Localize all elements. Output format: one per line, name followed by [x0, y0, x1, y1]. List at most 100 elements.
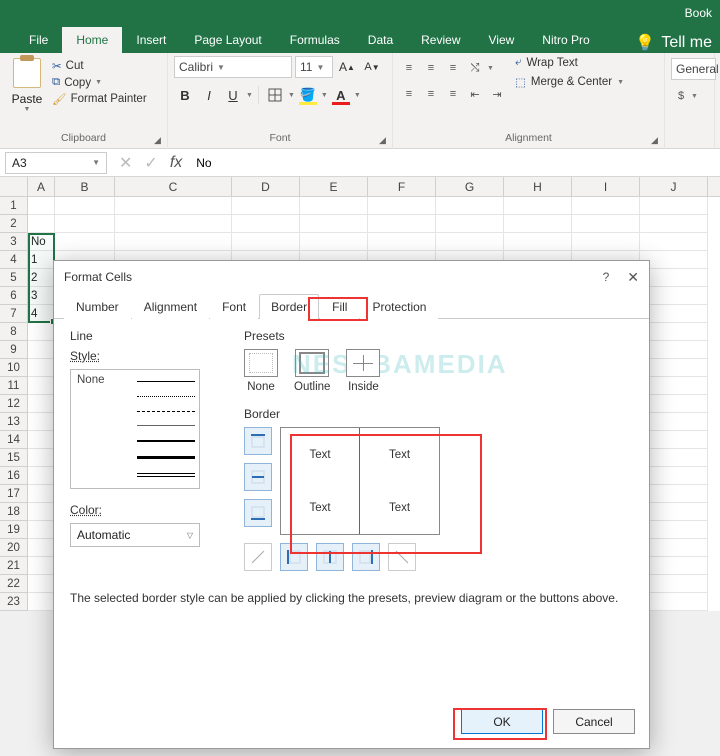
- dlg-tab-alignment[interactable]: Alignment: [132, 294, 209, 319]
- font-color-button[interactable]: A: [330, 84, 352, 106]
- cell[interactable]: [28, 449, 55, 467]
- font-size-combo[interactable]: 11 ▼: [295, 56, 333, 78]
- col-header-F[interactable]: F: [368, 177, 436, 196]
- row-header[interactable]: 21: [0, 557, 28, 575]
- cell[interactable]: [28, 431, 55, 449]
- tab-file[interactable]: File: [15, 27, 62, 53]
- cell[interactable]: [115, 233, 232, 251]
- line-style-box[interactable]: None: [70, 369, 200, 489]
- tab-formulas[interactable]: Formulas: [276, 27, 354, 53]
- tab-nitro-pro[interactable]: Nitro Pro: [528, 27, 603, 53]
- col-header-C[interactable]: C: [115, 177, 232, 196]
- cell[interactable]: No: [28, 233, 55, 251]
- cell[interactable]: [28, 377, 55, 395]
- cell[interactable]: [368, 233, 436, 251]
- border-hmiddle-toggle[interactable]: [244, 463, 272, 491]
- cell[interactable]: [640, 593, 708, 611]
- cell[interactable]: [436, 233, 504, 251]
- row-header[interactable]: 19: [0, 521, 28, 539]
- cell[interactable]: [640, 287, 708, 305]
- cell[interactable]: [28, 215, 55, 233]
- paste-button[interactable]: Paste ▼: [6, 56, 48, 131]
- cell[interactable]: [28, 593, 55, 611]
- cell[interactable]: [640, 233, 708, 251]
- italic-button[interactable]: I: [198, 84, 220, 106]
- accounting-format-button[interactable]: $: [671, 86, 691, 106]
- col-header-A[interactable]: A: [28, 177, 55, 196]
- col-header-H[interactable]: H: [504, 177, 572, 196]
- row-header[interactable]: 22: [0, 575, 28, 593]
- cell[interactable]: [504, 215, 572, 233]
- cell[interactable]: [640, 341, 708, 359]
- cell[interactable]: [368, 197, 436, 215]
- close-icon[interactable]: ✕: [627, 269, 639, 286]
- row-header[interactable]: 7: [0, 305, 28, 323]
- cell[interactable]: [640, 377, 708, 395]
- cell[interactable]: [28, 359, 55, 377]
- cell[interactable]: [28, 467, 55, 485]
- underline-button[interactable]: U: [222, 84, 244, 106]
- cell[interactable]: [640, 413, 708, 431]
- line-color-combo[interactable]: Automatic ▽: [70, 523, 200, 547]
- border-bottom-toggle[interactable]: [244, 499, 272, 527]
- cell[interactable]: [640, 431, 708, 449]
- fx-icon[interactable]: fx: [170, 154, 182, 172]
- clipboard-launcher[interactable]: ◢: [151, 134, 164, 147]
- fill-color-button[interactable]: 🪣: [297, 84, 319, 106]
- decrease-indent-button[interactable]: ⇤: [465, 84, 485, 104]
- cell[interactable]: [640, 323, 708, 341]
- formula-input[interactable]: [194, 155, 394, 171]
- row-header[interactable]: 14: [0, 431, 28, 449]
- bold-button[interactable]: B: [174, 84, 196, 106]
- cell[interactable]: [640, 305, 708, 323]
- cell[interactable]: [640, 521, 708, 539]
- alignment-launcher[interactable]: ◢: [648, 134, 661, 147]
- border-left-toggle[interactable]: [280, 543, 308, 571]
- tell-me[interactable]: 💡 Tell me: [635, 33, 720, 53]
- cell[interactable]: [640, 215, 708, 233]
- cell[interactable]: [28, 197, 55, 215]
- row-header[interactable]: 23: [0, 593, 28, 611]
- cell[interactable]: [640, 251, 708, 269]
- align-center-button[interactable]: ≡: [421, 84, 441, 104]
- increase-font-button[interactable]: A▲: [336, 56, 358, 78]
- cell[interactable]: [115, 197, 232, 215]
- cell[interactable]: [504, 233, 572, 251]
- enter-formula-icon[interactable]: ✓: [144, 153, 157, 173]
- col-header-I[interactable]: I: [572, 177, 640, 196]
- cell[interactable]: [504, 197, 572, 215]
- cell[interactable]: [55, 215, 115, 233]
- row-header[interactable]: 10: [0, 359, 28, 377]
- tab-page-layout[interactable]: Page Layout: [180, 27, 275, 53]
- ok-button[interactable]: OK: [461, 709, 543, 734]
- borders-button[interactable]: [264, 84, 286, 106]
- row-header[interactable]: 8: [0, 323, 28, 341]
- row-header[interactable]: 16: [0, 467, 28, 485]
- border-diag-down-toggle[interactable]: [388, 543, 416, 571]
- cell[interactable]: [28, 575, 55, 593]
- cell[interactable]: [572, 215, 640, 233]
- cut-button[interactable]: ✂ Cut: [52, 59, 147, 73]
- row-header[interactable]: 9: [0, 341, 28, 359]
- cell[interactable]: [28, 485, 55, 503]
- cell[interactable]: [28, 539, 55, 557]
- tab-home[interactable]: Home: [62, 27, 122, 53]
- increase-indent-button[interactable]: ⇥: [487, 84, 507, 104]
- cell[interactable]: [436, 197, 504, 215]
- dlg-tab-border[interactable]: Border: [259, 294, 319, 319]
- cell[interactable]: [640, 197, 708, 215]
- row-header[interactable]: 11: [0, 377, 28, 395]
- cell[interactable]: [572, 233, 640, 251]
- tab-data[interactable]: Data: [354, 27, 407, 53]
- preset-outline[interactable]: Outline: [294, 349, 330, 393]
- col-header-J[interactable]: J: [640, 177, 708, 196]
- border-right-toggle[interactable]: [352, 543, 380, 571]
- font-launcher[interactable]: ◢: [376, 134, 389, 147]
- row-header[interactable]: 20: [0, 539, 28, 557]
- merge-center-button[interactable]: ⬚ Merge & Center ▼: [515, 75, 624, 89]
- dlg-tab-number[interactable]: Number: [64, 294, 131, 319]
- cell[interactable]: [640, 557, 708, 575]
- cell[interactable]: [640, 539, 708, 557]
- cell[interactable]: [640, 503, 708, 521]
- cell[interactable]: 1: [28, 251, 55, 269]
